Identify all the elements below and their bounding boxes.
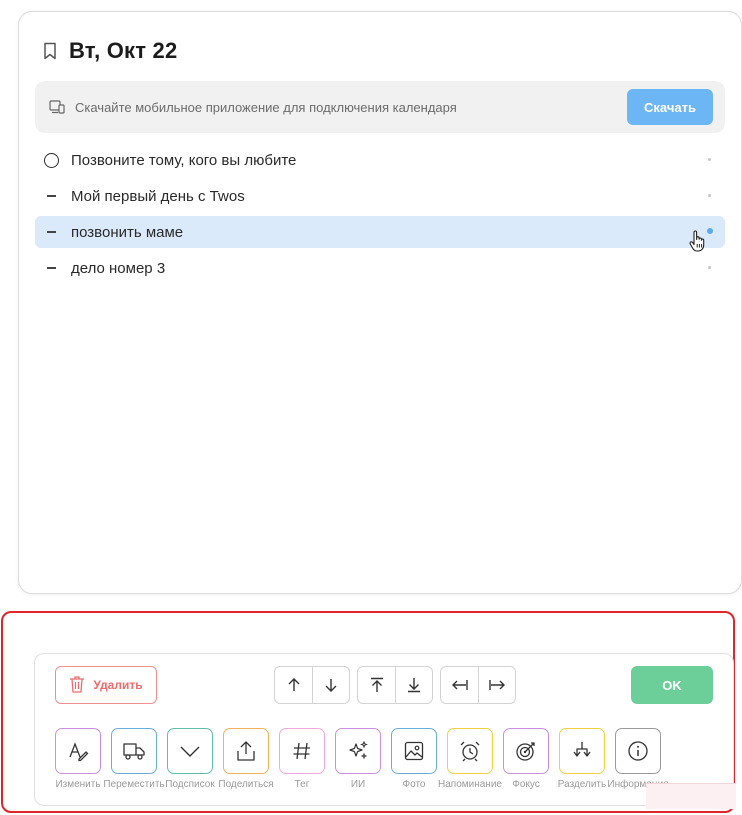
task-item[interactable]: Позвоните тому, кого вы любите [35, 144, 725, 176]
trash-icon [69, 675, 93, 696]
task-item-selected[interactable]: позвонить маме [35, 216, 725, 252]
sparkle-icon[interactable] [335, 728, 381, 774]
task-bullet[interactable] [35, 195, 67, 197]
page-title: Вт, Окт 22 [69, 38, 178, 63]
task-list: Позвоните тому, кого вы любите Мой первы… [35, 144, 725, 288]
share-icon[interactable] [223, 728, 269, 774]
chevron-down-icon[interactable] [167, 728, 213, 774]
info-icon[interactable] [615, 728, 661, 774]
image-icon[interactable] [391, 728, 437, 774]
move-up-button[interactable] [275, 667, 312, 703]
hashtag-icon[interactable] [279, 728, 325, 774]
background-panel-edge [646, 783, 736, 809]
ok-button[interactable]: OK [631, 666, 713, 704]
task-toolbar: Удалить OK Изменить Переместить Подсписо… [34, 653, 734, 806]
task-bullet[interactable] [35, 231, 67, 233]
calendar-banner: Скачайте мобильное приложение для подклю… [35, 81, 725, 133]
task-text[interactable]: Мой первый день с Twos [71, 188, 245, 205]
move-topbottom-group [357, 666, 433, 704]
delete-button[interactable]: Удалить [55, 666, 157, 704]
dash-icon [46, 195, 56, 197]
task-text[interactable]: дело номер 3 [71, 260, 165, 277]
move-down-button[interactable] [312, 667, 349, 703]
banner-text: Скачайте мобильное приложение для подклю… [75, 99, 457, 115]
dash-icon [46, 231, 56, 233]
outdent-button[interactable] [441, 667, 478, 703]
task-text[interactable]: Позвоните тому, кого вы любите [71, 152, 296, 169]
indent-button[interactable] [478, 667, 515, 703]
arrow-down-icon [325, 679, 337, 692]
dash-icon [46, 267, 56, 269]
move-updown-group [274, 666, 350, 704]
truck-icon[interactable] [111, 728, 157, 774]
edit-icon[interactable] [55, 728, 101, 774]
devices-icon [49, 99, 65, 115]
arrow-up-icon [288, 678, 299, 691]
day-header: Вт, Окт 22 [43, 38, 177, 64]
circle-icon [43, 152, 59, 168]
task-text[interactable]: позвонить маме [71, 224, 183, 241]
move-top-button[interactable] [358, 667, 395, 703]
split-icon[interactable] [559, 728, 605, 774]
dot-icon[interactable] [708, 266, 711, 269]
dot-icon[interactable] [708, 158, 711, 161]
arrow-right-bar-icon [489, 680, 505, 690]
download-button[interactable]: Скачать [627, 89, 713, 125]
dot-icon[interactable] [708, 194, 711, 197]
task-item[interactable]: дело номер 3 [35, 252, 725, 284]
arrow-left-bar-icon [451, 680, 468, 690]
arrow-to-top-icon [370, 677, 383, 692]
bookmark-icon[interactable] [43, 42, 57, 60]
move-bottom-button[interactable] [395, 667, 432, 703]
task-item[interactable]: Мой первый день с Twos [35, 180, 725, 212]
action-info[interactable]: Информация [607, 728, 669, 790]
target-icon[interactable] [503, 728, 549, 774]
indent-group [440, 666, 516, 704]
dot-icon[interactable] [707, 228, 713, 234]
day-card: Вт, Окт 22 Скачайте мобильное приложение… [18, 11, 742, 594]
task-checkbox[interactable] [35, 152, 67, 168]
alarm-icon[interactable] [447, 728, 493, 774]
task-bullet[interactable] [35, 267, 67, 269]
delete-label: Удалить [93, 678, 143, 692]
arrow-to-bottom-icon [408, 678, 420, 693]
action-row: Изменить Переместить Подсписок Поделитьс… [35, 728, 735, 803]
